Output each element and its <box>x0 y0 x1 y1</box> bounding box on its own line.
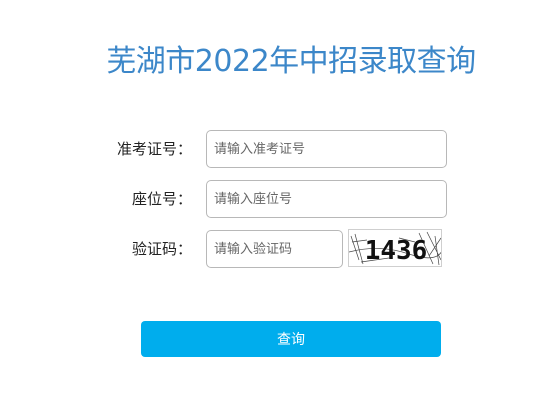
captcha-label: 验证码： <box>131 240 192 258</box>
query-button[interactable]: 查询 <box>141 321 441 357</box>
page-title: 芜湖市2022年中招录取查询 <box>106 44 476 79</box>
captcha-input[interactable] <box>206 230 343 268</box>
captcha-graphic: 1436 <box>349 231 441 266</box>
admission-number-label: 准考证号： <box>116 140 192 158</box>
seat-number-label: 座位号： <box>131 190 192 208</box>
page: 芜湖市2022年中招录取查询 准考证号： 座位号： 验证码： 1436 查询 <box>0 0 539 410</box>
seat-number-input[interactable] <box>206 180 447 218</box>
admission-number-input[interactable] <box>206 130 447 168</box>
captcha-text: 1436 <box>365 236 428 266</box>
captcha-image[interactable]: 1436 <box>348 229 442 267</box>
